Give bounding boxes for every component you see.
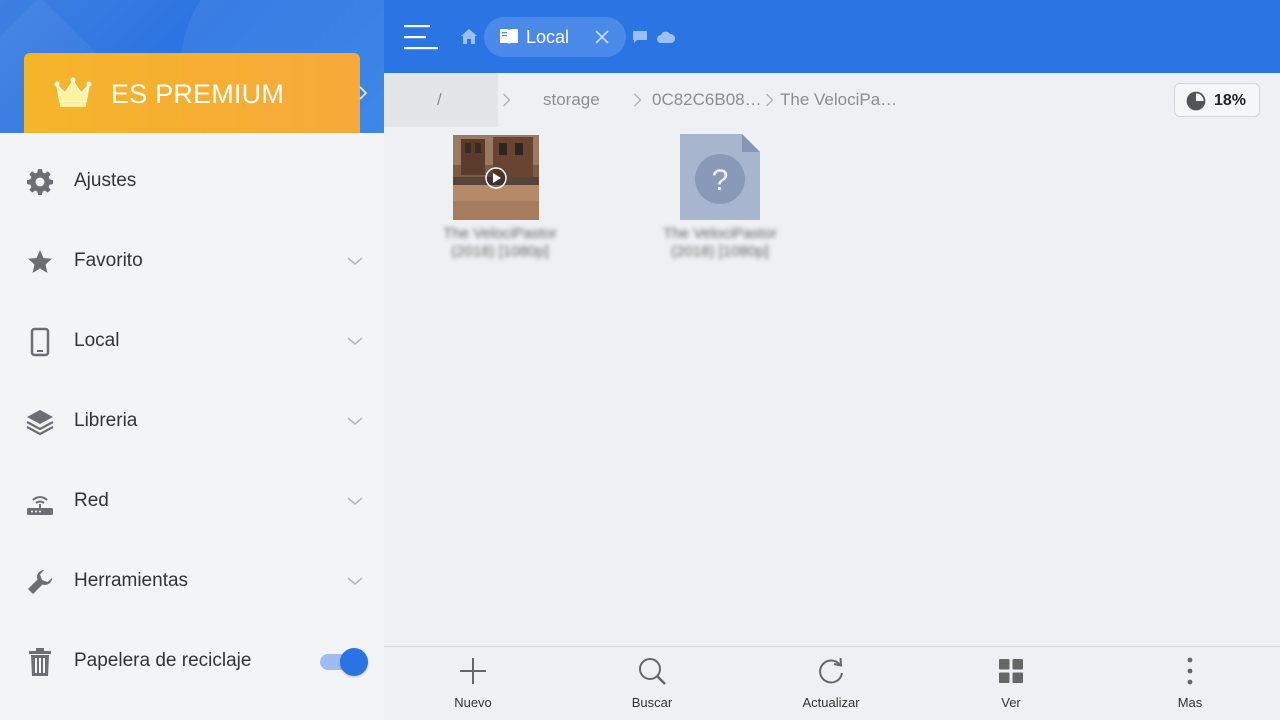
router-icon: [27, 496, 53, 515]
refresh-button[interactable]: Actualizar: [771, 647, 891, 720]
close-icon[interactable]: [594, 29, 610, 45]
more-vertical-icon: [1187, 657, 1193, 685]
sidebar-item-label: Libreria: [74, 410, 138, 431]
sidebar-item-libreria[interactable]: Libreria: [0, 380, 384, 460]
star-icon: [28, 250, 52, 273]
chevron-right-icon: [634, 93, 642, 107]
drawer-header: ES PREMIUM: [0, 0, 384, 133]
breadcrumb-root-label: /: [437, 90, 442, 109]
premium-banner[interactable]: ES PREMIUM: [24, 53, 368, 133]
navigation-drawer: ES PREMIUM Ajustes Favorito Local Librer…: [0, 0, 384, 720]
sidebar-item-label: Favorito: [74, 250, 143, 271]
sidebar-item-label: Ajustes: [74, 170, 137, 191]
pie-chart-icon: [1186, 91, 1206, 111]
search-label: Buscar: [631, 695, 673, 710]
breadcrumb-storage[interactable]: storage: [543, 90, 600, 110]
sidebar-item-favorito[interactable]: Favorito: [0, 220, 384, 300]
sidebar-item-label: Herramientas: [74, 570, 189, 591]
breadcrumb-device-id[interactable]: 0C82C6B08…: [652, 90, 762, 110]
sidebar-item-label: Local: [74, 330, 120, 351]
chevron-down-icon[interactable]: [346, 495, 364, 507]
search-button[interactable]: Buscar: [592, 647, 712, 720]
premium-label: ES PREMIUM: [111, 79, 285, 109]
crown-icon: [54, 77, 92, 107]
refresh-label: Actualizar: [802, 695, 860, 710]
sidebar-item-papelera[interactable]: Papelera de reciclaje: [0, 620, 384, 700]
gear-icon: [27, 169, 53, 195]
breadcrumb: / storage 0C82C6B08… The VelociPa… 18%: [384, 73, 1280, 127]
view-label: Ver: [1001, 695, 1021, 710]
file-item-unknown[interactable]: ? The VelociPastor (2018) [1080p]: [640, 133, 800, 273]
chevron-down-icon[interactable]: [346, 415, 364, 427]
sidebar-item-red[interactable]: Red: [0, 460, 384, 540]
chevron-right-icon: [766, 93, 774, 107]
view-button[interactable]: Ver: [951, 647, 1071, 720]
breadcrumb-root[interactable]: /: [384, 73, 498, 127]
sidebar-item-label: Papelera de reciclaje: [74, 650, 252, 671]
tab-label: Local: [526, 27, 570, 47]
svg-text:?: ?: [712, 164, 729, 197]
file-name: The VelociPastor (2018) [1080p]: [663, 225, 777, 260]
toggle-knob: [340, 648, 368, 676]
storage-percent: 18%: [1214, 92, 1247, 109]
wrench-icon: [28, 570, 52, 594]
new-button[interactable]: Nuevo: [413, 647, 533, 720]
tab-local[interactable]: Local: [484, 17, 626, 57]
phone-tab-icon: [500, 29, 518, 44]
layers-icon: [26, 410, 54, 436]
plus-icon: [460, 658, 486, 684]
file-name: The VelociPastor (2018) [1080p]: [443, 225, 557, 260]
phone-icon: [30, 327, 50, 357]
chevron-right-icon: [503, 93, 511, 107]
menu-icon[interactable]: [404, 23, 438, 51]
cloud-icon[interactable]: [657, 31, 675, 43]
refresh-icon: [819, 657, 843, 684]
unknown-file-icon: ?: [680, 134, 760, 220]
breadcrumb-folder[interactable]: The VelociPa…: [780, 90, 897, 110]
video-thumbnail-image: [453, 135, 539, 220]
chevron-right-icon: [359, 86, 368, 100]
top-app-bar: Local: [384, 0, 1280, 73]
recycle-bin-toggle[interactable]: [320, 648, 368, 676]
storage-usage-badge[interactable]: 18%: [1174, 83, 1260, 117]
bottom-toolbar: Nuevo Buscar Actualizar Ver Mas: [384, 646, 1280, 720]
sidebar-item-local[interactable]: Local: [0, 300, 384, 380]
chevron-down-icon[interactable]: [346, 255, 364, 267]
sidebar-item-ajustes[interactable]: Ajustes: [0, 140, 384, 220]
new-label: Nuevo: [454, 695, 492, 710]
trash-icon: [29, 648, 51, 676]
home-icon[interactable]: [460, 28, 478, 45]
sidebar-item-label: Red: [74, 490, 109, 511]
more-label: Mas: [1177, 695, 1203, 710]
grid-view-icon: [999, 659, 1023, 683]
video-thumbnail: [453, 135, 539, 220]
file-item-video[interactable]: The VelociPastor (2018) [1080p]: [420, 133, 580, 273]
more-button[interactable]: Mas: [1130, 647, 1250, 720]
sidebar-item-herramientas[interactable]: Herramientas: [0, 540, 384, 620]
search-icon: [639, 658, 666, 685]
message-icon[interactable]: [632, 30, 648, 44]
chevron-down-icon[interactable]: [346, 335, 364, 347]
chevron-down-icon[interactable]: [346, 575, 364, 587]
